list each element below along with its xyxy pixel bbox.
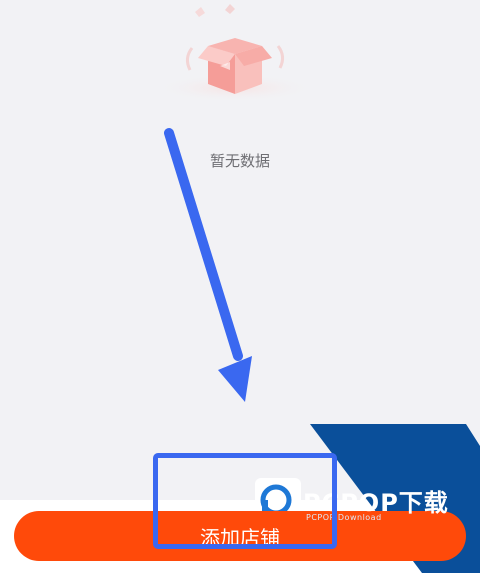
- add-store-button[interactable]: 添加店铺: [14, 511, 466, 561]
- empty-state-text: 暂无数据: [209, 152, 270, 170]
- watermark-subtitle: PCPOP Download: [306, 513, 382, 522]
- empty-box-icon: [155, 4, 315, 102]
